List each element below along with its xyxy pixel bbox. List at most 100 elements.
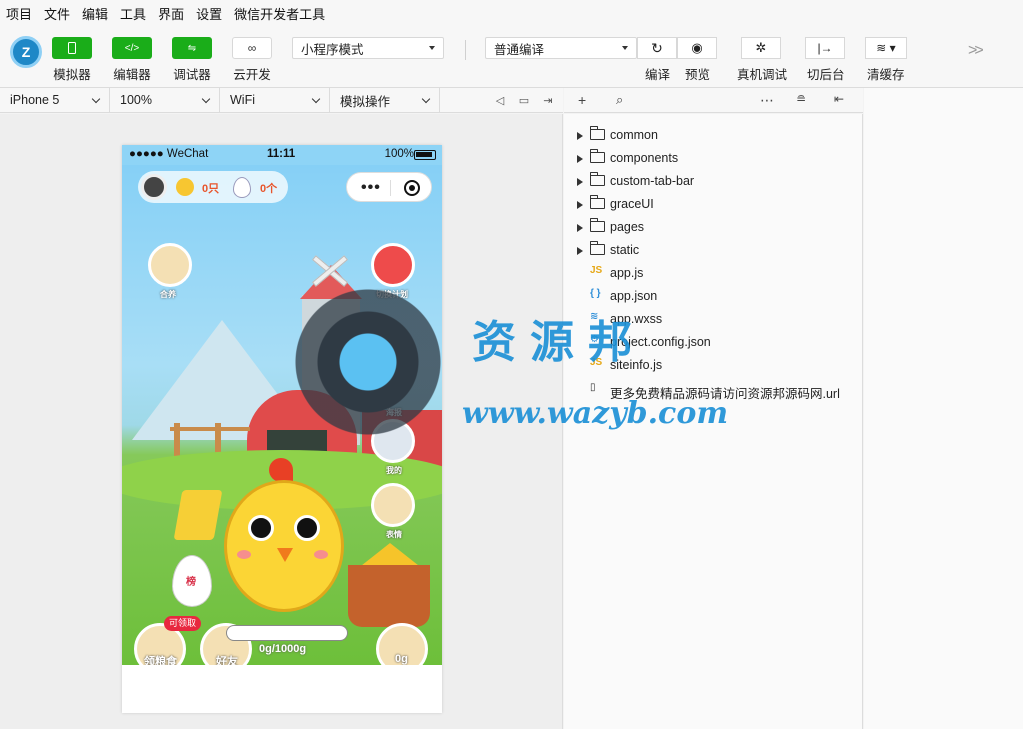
- feed-progress-bar: [226, 625, 348, 641]
- battery-text: 100%: [384, 148, 414, 160]
- debugger-button[interactable]: ⇋ 调试器: [172, 37, 212, 83]
- cloud-label: 云开发: [233, 68, 271, 82]
- grain-basket[interactable]: [348, 565, 430, 627]
- search-icon[interactable]: ⌕: [616, 92, 623, 108]
- menu-devtools[interactable]: 微信开发者工具: [234, 4, 325, 23]
- folder-item[interactable]: common: [564, 124, 863, 146]
- emoji-button[interactable]: [371, 483, 415, 527]
- url-file-icon: ▯: [590, 382, 596, 393]
- menu-file[interactable]: 文件: [44, 4, 70, 23]
- cloud-button[interactable]: ∞ 云开发: [232, 37, 272, 83]
- debugger-label: 调试器: [173, 68, 211, 82]
- battery-icon: [414, 150, 436, 160]
- chick-eye: [294, 515, 320, 541]
- mode-dropdown[interactable]: 小程序模式: [292, 37, 444, 59]
- hatch-label: 合养: [160, 290, 176, 299]
- cloud-link-icon: ∞: [232, 37, 272, 59]
- folder-name: components: [610, 151, 679, 165]
- layers-icon: ≋ ▾: [876, 41, 896, 55]
- speaker-icon[interactable]: ◁: [491, 91, 509, 109]
- rank-egg-button[interactable]: 榜: [172, 555, 212, 607]
- editor-panel: [864, 88, 1023, 729]
- dock-left-icon[interactable]: ⇤: [834, 92, 844, 106]
- background-button[interactable]: |→: [805, 37, 845, 59]
- chevron-down-icon: [201, 94, 211, 103]
- file-item[interactable]: JS app.js: [564, 262, 863, 284]
- chick-eye: [248, 515, 274, 541]
- double-chevron-right-icon[interactable]: >>: [968, 42, 984, 60]
- chick-beak: [277, 548, 293, 562]
- folder-item[interactable]: static: [564, 239, 863, 261]
- file-item[interactable]: { } app.json: [564, 285, 863, 307]
- counter-pill: 0只 0个: [138, 171, 288, 203]
- folder-icon: [589, 172, 605, 186]
- background-label: 切后台: [807, 68, 845, 82]
- dock-right-icon[interactable]: ⇥: [539, 91, 557, 109]
- switch-out-icon: |→: [817, 41, 833, 55]
- device-select[interactable]: iPhone 5: [0, 87, 110, 113]
- folder-name: custom-tab-bar: [610, 174, 695, 188]
- toolbar: Z 模拟器 </> 编辑器 ⇋ 调试器 ∞ 云开发 小程序模式 普通编译 ↻ ◉…: [0, 26, 1023, 88]
- switch-plan-button[interactable]: [371, 243, 415, 287]
- toolbar-divider: [465, 40, 466, 60]
- compile-button[interactable]: ↻: [637, 37, 677, 59]
- folder-item[interactable]: components: [564, 147, 863, 169]
- friends-label: 好友: [216, 656, 238, 665]
- add-icon[interactable]: +: [578, 92, 586, 108]
- network-select[interactable]: WiFi: [220, 87, 330, 113]
- folder-item[interactable]: custom-tab-bar: [564, 170, 863, 192]
- chick-count: 0只: [202, 183, 220, 195]
- editor-button[interactable]: </> 编辑器: [112, 37, 152, 83]
- zoom-select[interactable]: 100%: [110, 87, 220, 113]
- file-name: app.js: [610, 266, 644, 280]
- time-text: 11:11: [267, 148, 296, 160]
- more-dots-icon[interactable]: •••: [361, 179, 381, 197]
- hatch-button[interactable]: [148, 243, 192, 287]
- rank-label: 榜: [186, 577, 196, 588]
- mode-value: 小程序模式: [301, 42, 364, 57]
- menu-view[interactable]: 界面: [158, 4, 184, 23]
- caret-right-icon: [577, 132, 583, 140]
- menu-edit[interactable]: 编辑: [82, 4, 108, 23]
- phone-status-bar: ●●●●● WeChat 11:11 100%: [122, 145, 442, 165]
- editor-label: 编辑器: [113, 68, 151, 82]
- menu-tools[interactable]: 工具: [120, 4, 146, 23]
- close-circle-icon[interactable]: [404, 180, 420, 196]
- compile-mode-dropdown[interactable]: 普通编译: [485, 37, 637, 59]
- caret-right-icon: [577, 201, 583, 209]
- preview-button[interactable]: ◉: [677, 37, 717, 59]
- simulator-button[interactable]: 模拟器: [52, 37, 92, 83]
- folder-name: common: [610, 128, 658, 142]
- feed-progress-text: 0g/1000g: [259, 643, 307, 655]
- clear-cache-label: 清缓存: [867, 68, 905, 82]
- clear-cache-button[interactable]: ≋ ▾: [865, 37, 907, 59]
- egg-count: 0个: [260, 183, 278, 195]
- caret-down-icon: [622, 46, 628, 50]
- folder-icon: [589, 218, 605, 232]
- device-value: iPhone 5: [10, 93, 60, 107]
- menu-settings[interactable]: 设置: [196, 4, 222, 23]
- simulator-label: 模拟器: [53, 68, 91, 82]
- menu-project[interactable]: 项目: [6, 4, 32, 23]
- operation-value: 模拟操作: [340, 94, 391, 109]
- claimable-badge: 可领取: [164, 616, 202, 631]
- collect-feed-label: 领粮食: [144, 656, 177, 665]
- more-icon[interactable]: ⋯: [760, 92, 774, 109]
- operation-select[interactable]: 模拟操作: [330, 87, 440, 113]
- remote-debug-button[interactable]: ✲: [741, 37, 781, 59]
- folder-name: graceUI: [610, 197, 654, 211]
- preview-label: 预览: [685, 68, 711, 82]
- chick-icon: [176, 178, 194, 196]
- simulator-icons: ◁ ▭ ⇥: [491, 91, 557, 109]
- sliders-icon: ⇋: [172, 37, 212, 59]
- window-icon[interactable]: ▭: [515, 91, 533, 109]
- collapse-icon[interactable]: ≘: [796, 92, 806, 106]
- chick-character[interactable]: [224, 480, 344, 612]
- compile-label: 编译: [645, 68, 671, 82]
- chevron-down-icon: [421, 94, 431, 103]
- app-logo[interactable]: Z: [10, 36, 42, 68]
- watermark-gear-logo: [292, 286, 444, 438]
- folder-item[interactable]: graceUI: [564, 193, 863, 215]
- music-disc-icon[interactable]: [141, 174, 167, 200]
- folder-item[interactable]: pages: [564, 216, 863, 238]
